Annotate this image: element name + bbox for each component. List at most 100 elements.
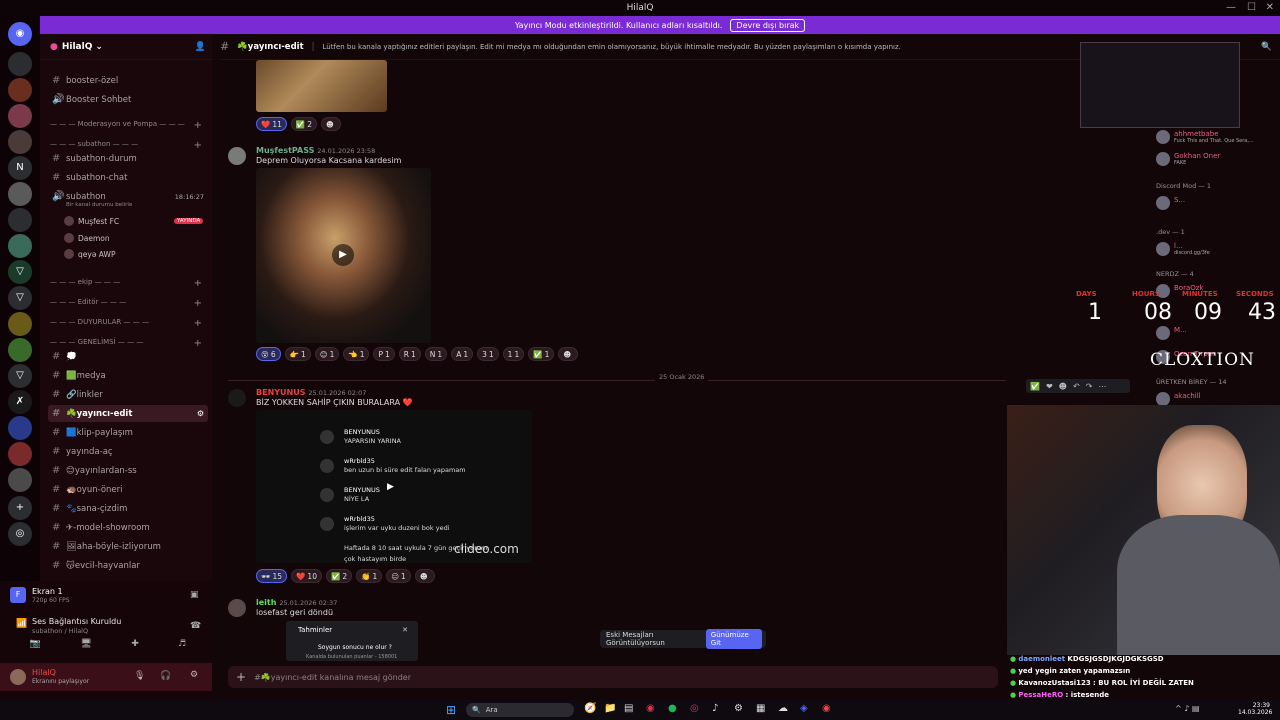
reaction-chip[interactable]: 👉 1 [284,347,311,361]
message-author[interactable]: MuşfestPASS [256,146,314,155]
reaction-chip[interactable]: ✅ 1 [528,347,555,361]
clock-date[interactable]: 14.03.2026 [1238,709,1272,716]
maximize-icon[interactable]: ☐ [1247,2,1256,13]
server-icon[interactable] [8,130,32,154]
member-name[interactable]: ahhmetbabe [1174,130,1219,138]
channel-category[interactable]: — — — ekip — — — + [50,278,202,289]
windows-start-icon[interactable]: ⊞ [446,703,456,717]
video-attachment[interactable]: BENYUNUS YAPARSIN YARINA wRrbld35 ben uzun … [256,410,532,563]
channel-voice[interactable]: 🔊 subathon 18:16:27 [48,188,208,205]
channel-text[interactable]: # 😊yayınlardan-ss [48,462,208,479]
reaction-chip[interactable]: 31 [477,347,499,361]
share-screen-icon[interactable]: 🖥 [80,639,91,655]
server-icon[interactable] [8,234,32,258]
play-icon[interactable]: ▶ [332,244,354,266]
app-icon[interactable]: ▤ [624,703,633,714]
add-channel-icon[interactable]: + [194,318,202,329]
server-icon[interactable]: N [8,156,32,180]
play-icon[interactable]: ▶ [387,482,394,492]
voice-user[interactable]: Daemon [64,233,110,243]
explore-icon[interactable]: ◎ [8,522,32,546]
emoji-icon[interactable]: ☻ [1059,382,1067,391]
clock-time[interactable]: 23:39 [1238,702,1270,709]
reaction-chip[interactable]: 😵 6 [256,347,281,361]
app-icon[interactable]: 🧭 [584,703,596,714]
server-icon[interactable] [8,442,32,466]
reply-icon[interactable]: ↶ [1073,382,1080,391]
reaction-chip[interactable]: A1 [451,347,474,361]
reaction-chip[interactable]: ✅ 2 [325,569,353,583]
channel-category[interactable]: — — — Editör — — — + [50,298,202,309]
message-composer[interactable]: + #☘️yayıncı-edit kanalına mesaj gönder [228,666,998,688]
app-icon[interactable]: ⚙ [734,703,743,714]
disconnect-icon[interactable]: ☎ [190,621,201,631]
channel-text[interactable]: # 🟦klip-paylaşım [48,424,208,441]
settings-gear-icon[interactable]: ⚙ [197,409,204,418]
avatar[interactable] [10,669,26,685]
member-name[interactable]: akachill [1174,392,1201,400]
reaction-chip[interactable]: 11 [502,347,525,361]
server-icon[interactable] [8,104,32,128]
server-icon[interactable] [8,182,32,206]
reaction-chip[interactable]: R1 [398,347,421,361]
member-name[interactable]: Gokhan Oner [1174,152,1220,160]
heart-icon[interactable]: ❤ [1046,382,1053,391]
voice-user[interactable]: Muşfest FC YAYINDA [64,216,204,226]
attachment-image[interactable] [256,60,387,112]
server-icon[interactable] [8,208,32,232]
minimize-icon[interactable]: — [1226,2,1236,13]
channel-category[interactable]: — — — subathon — — — + [50,140,202,151]
server-icon[interactable]: ▽ [8,260,32,284]
add-member-icon[interactable]: 👤 [195,42,206,52]
server-icon[interactable] [8,416,32,440]
video-attachment[interactable]: ▶ [256,168,431,343]
reaction-chip[interactable]: ☻ [414,569,435,583]
reaction-chip[interactable]: N1 [424,347,448,361]
message-author[interactable]: BENYUNUS [256,388,306,397]
server-icon[interactable] [8,468,32,492]
server-icon[interactable] [8,338,32,362]
microphone-icon[interactable]: 🎙 [134,671,145,681]
folder-icon[interactable]: 📁 [604,703,616,714]
app-icon[interactable]: ▦ [756,703,765,714]
server-icon[interactable]: ▽ [8,286,32,310]
member-name[interactable]: l... [1174,242,1183,250]
channel-text[interactable]: # subathon-chat [48,169,208,186]
add-server-icon[interactable]: + [8,496,32,520]
server-icon[interactable] [8,52,32,76]
close-icon[interactable]: ✕ [1266,2,1274,13]
spotify-icon[interactable]: ● [668,703,677,714]
channel-text[interactable]: # subathon-durum [48,150,208,167]
forward-icon[interactable]: ↷ [1086,382,1093,391]
channel-text[interactable]: # 🦔oyun-öneri [48,481,208,498]
headphones-icon[interactable]: 🎧 [160,671,171,681]
channel-text[interactable]: # ☘️yayıncı-edit ⚙ [48,405,208,422]
avatar[interactable] [228,389,246,407]
reaction-chip[interactable]: ❤️ 11 [256,117,287,131]
app-icon[interactable]: ◉ [822,703,831,714]
search-icon[interactable]: 🔍 [1261,42,1272,52]
app-icon[interactable]: ◉ [646,703,655,714]
disable-streamer-mode-button[interactable]: Devre dışı bırak [730,18,806,32]
channel-text[interactable]: # 🖼aha-böyle-izliyorum [48,538,208,555]
reaction-chip[interactable]: ❤️ 10 [291,569,322,583]
server-header[interactable]: ● HilalQ ⌄ 👤 [40,34,212,60]
channel-text[interactable]: # yayında-aç [48,443,208,460]
message-input[interactable]: #☘️yayıncı-edit kanalına mesaj gönder [254,673,411,682]
check-icon[interactable]: ✅ [1030,382,1040,391]
reaction-chip[interactable]: 🕶 15 [256,569,288,583]
reaction-chip[interactable]: 😐 1 [386,569,411,583]
channel-category[interactable]: — — — GENELİMSİ — — — + [50,338,202,349]
channel-category[interactable]: — — — Moderasyon ve Pompa — — — + [50,120,202,131]
reaction-chip[interactable]: 👈 1 [343,347,370,361]
discord-icon[interactable]: ◈ [800,703,808,714]
jump-to-present-button[interactable]: Günümüze Git [705,629,762,649]
avatar[interactable] [228,599,246,617]
add-channel-icon[interactable]: + [194,120,202,131]
server-icon[interactable]: ▽ [8,364,32,388]
camera-icon[interactable]: 📷 [30,639,41,655]
activity-icon[interactable]: ✚ [131,639,139,655]
channel-text[interactable]: # 🔗linkler [48,386,208,403]
channel-text[interactable]: # booster-özel [48,72,208,89]
avatar[interactable] [1156,152,1170,166]
